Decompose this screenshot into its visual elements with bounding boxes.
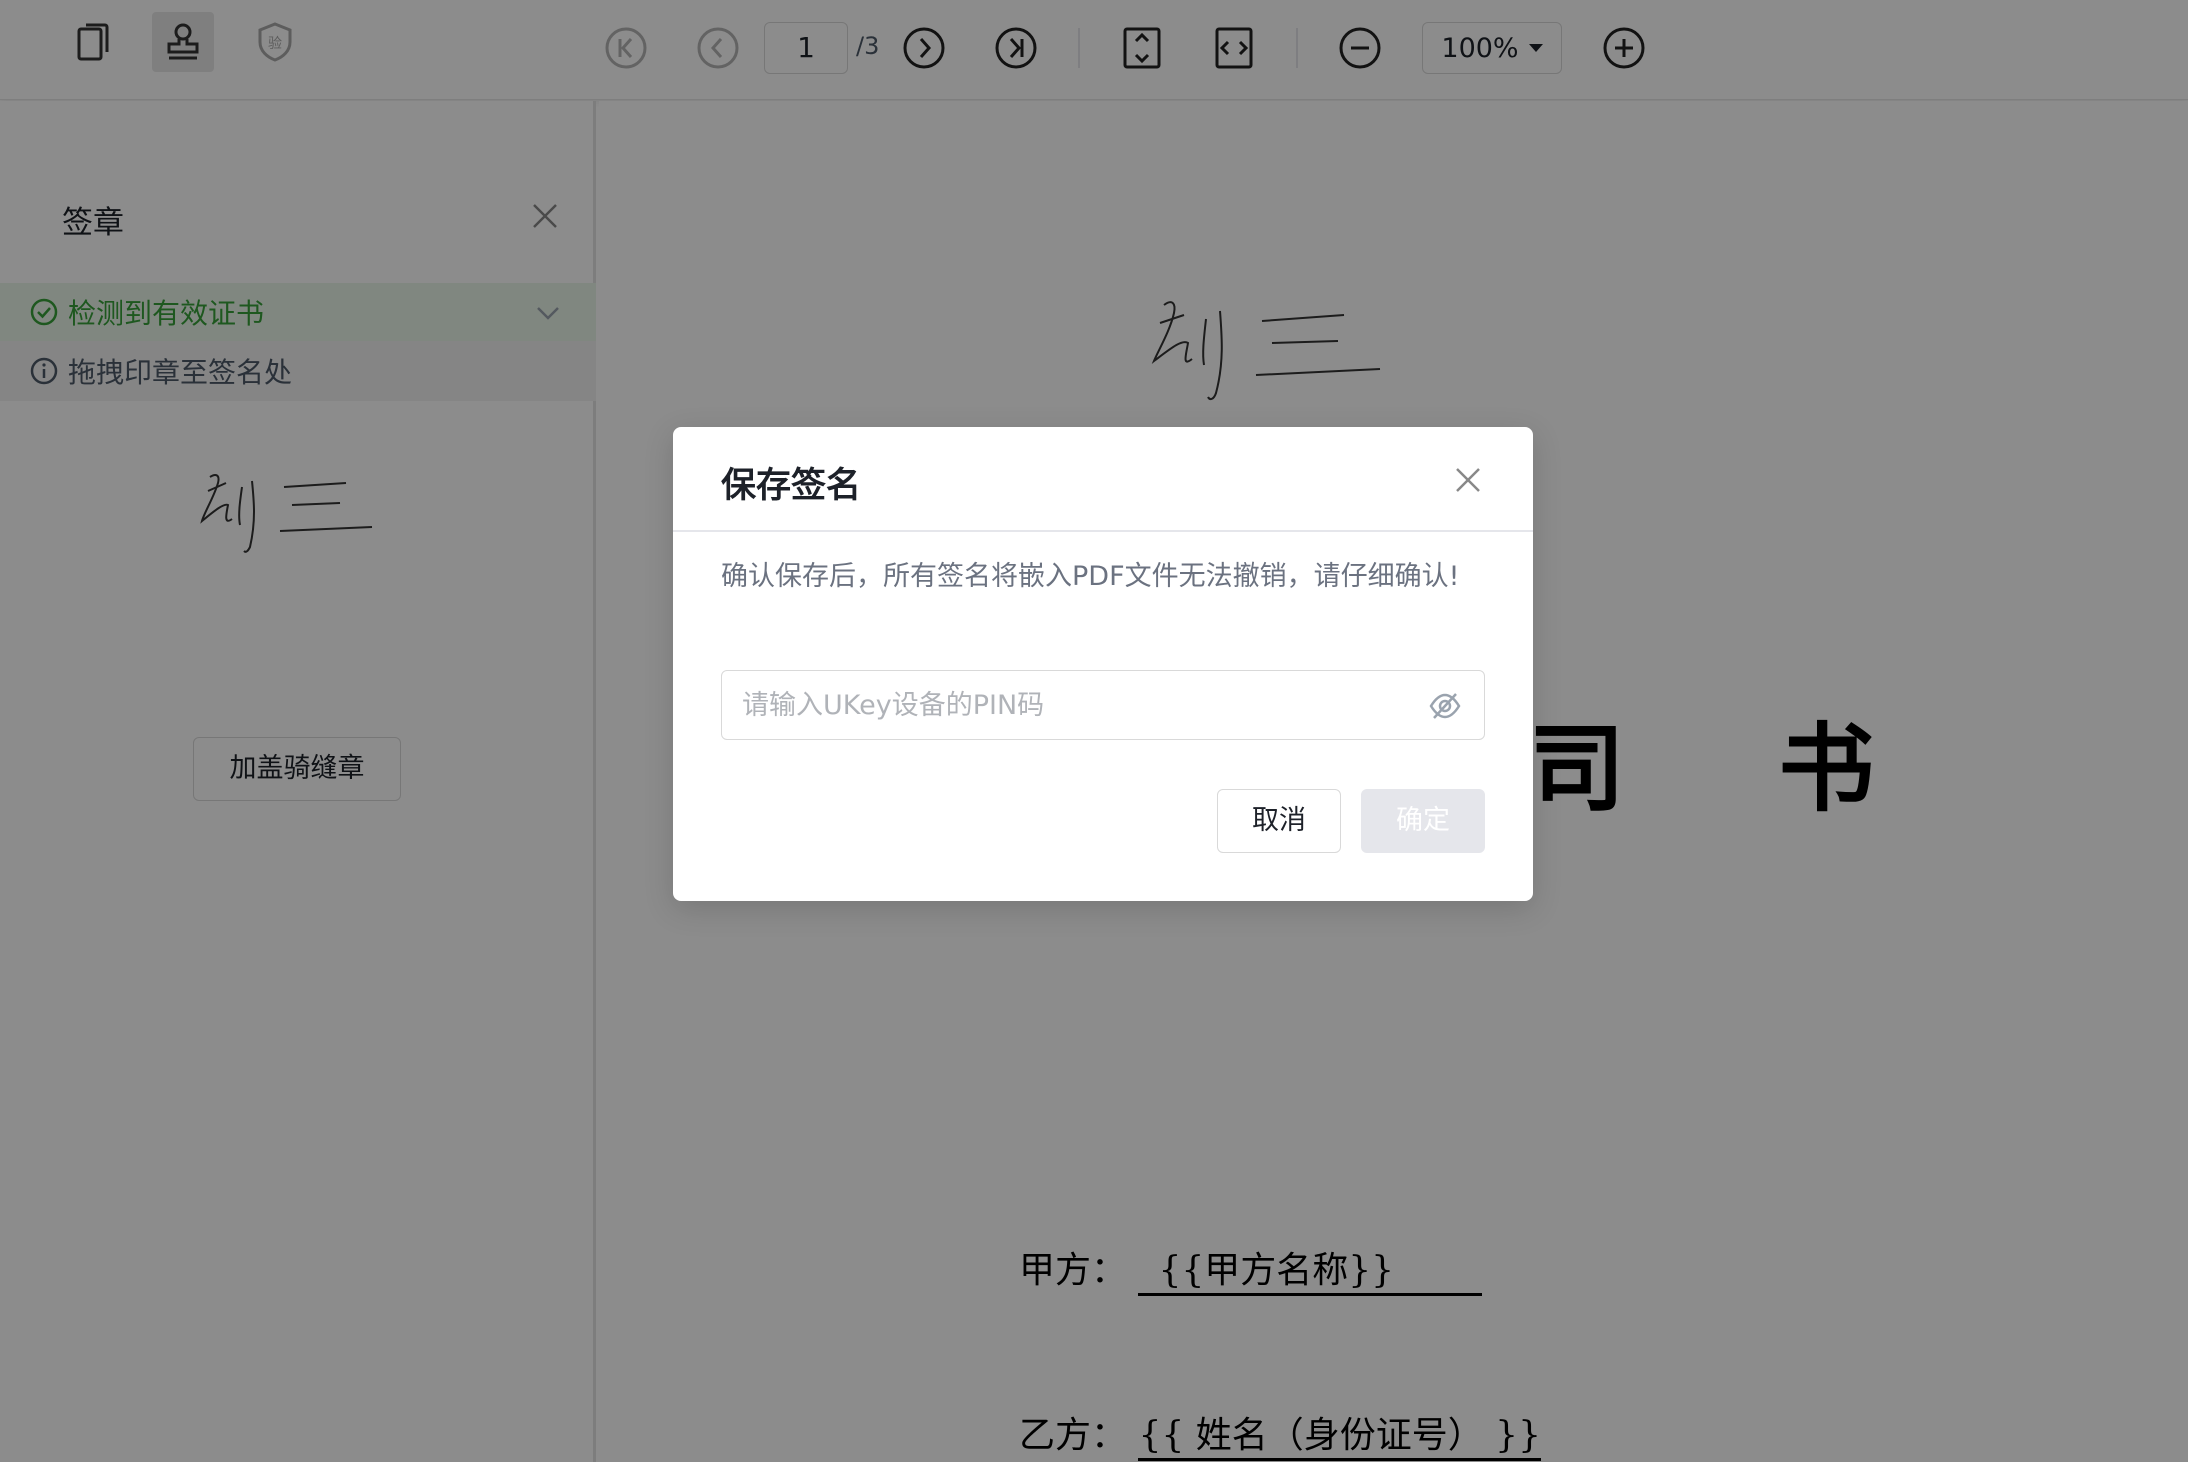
save-signature-dialog: 保存签名 确认保存后，所有签名将嵌入PDF文件无法撤销，请仔细确认! 取消 确定: [673, 427, 1533, 901]
cancel-button[interactable]: 取消: [1217, 789, 1341, 853]
dialog-title: 保存签名: [721, 466, 862, 506]
close-icon[interactable]: [1453, 465, 1483, 495]
dialog-header: 保存签名: [673, 427, 1533, 532]
dialog-message: 确认保存后，所有签名将嵌入PDF文件无法撤销，请仔细确认!: [721, 561, 1460, 592]
pin-input[interactable]: [742, 671, 1402, 739]
eye-off-icon[interactable]: [1428, 691, 1462, 725]
pin-field[interactable]: [721, 670, 1485, 740]
confirm-button[interactable]: 确定: [1361, 789, 1485, 853]
